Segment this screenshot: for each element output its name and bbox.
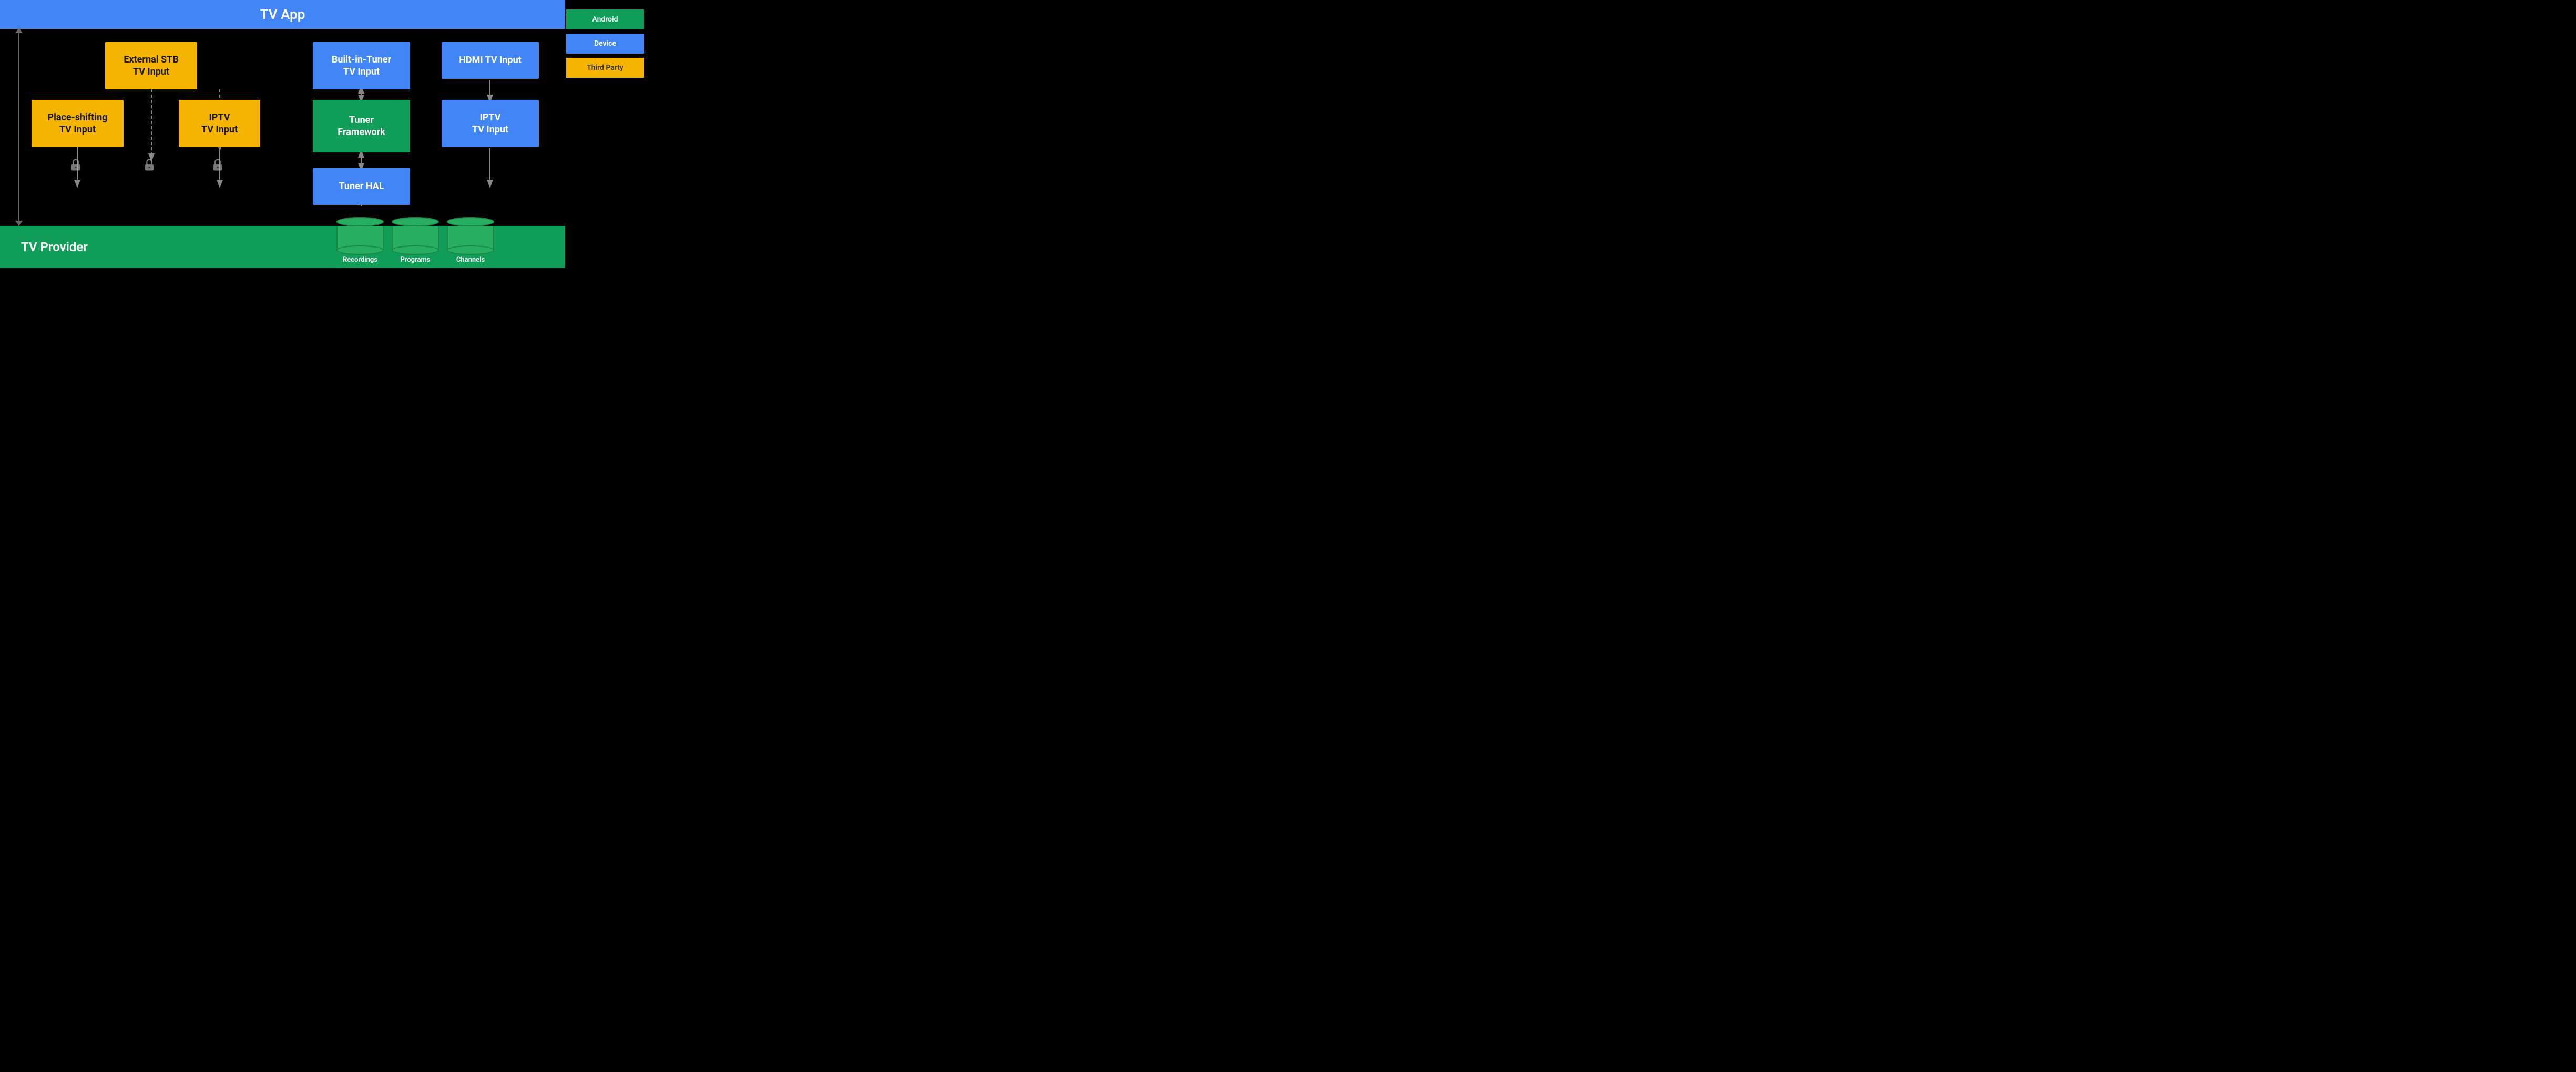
lock-icon-3 (210, 158, 225, 172)
legend: Android Device Third Party (566, 9, 644, 78)
vert-arrow-down (15, 221, 23, 226)
tuner-hal-box: Tuner HAL (313, 168, 410, 205)
recordings-cylinder: Recordings (336, 217, 384, 264)
legend-android: Android (566, 9, 644, 29)
tv-app-title: TV App (260, 7, 305, 23)
legend-device: Device (566, 34, 644, 54)
programs-cylinder: Programs (392, 217, 439, 264)
recordings-label: Recordings (343, 256, 377, 264)
tv-app-header: TV App (0, 0, 565, 29)
tuner-framework-box: TunerFramework (313, 100, 410, 152)
vert-arrow-up (15, 28, 23, 33)
tv-provider-title: TV Provider (21, 240, 88, 254)
iptv-left-box: IPTVTV Input (179, 100, 260, 147)
channels-label: Channels (456, 256, 485, 264)
lock-icon-2 (142, 158, 157, 172)
hdmi-box: HDMI TV Input (442, 42, 539, 79)
iptv-right-box: IPTVTV Input (442, 100, 539, 147)
programs-label: Programs (400, 256, 430, 264)
vertical-line (18, 29, 19, 226)
place-shifting-box: Place-shiftingTV Input (32, 100, 124, 147)
channels-cylinder: Channels (447, 217, 494, 264)
builtin-tuner-box: Built-in-TunerTV Input (313, 42, 410, 89)
lock-icon-1 (68, 158, 83, 172)
legend-third-party: Third Party (566, 58, 644, 78)
ext-stb-box: External STBTV Input (105, 42, 197, 89)
